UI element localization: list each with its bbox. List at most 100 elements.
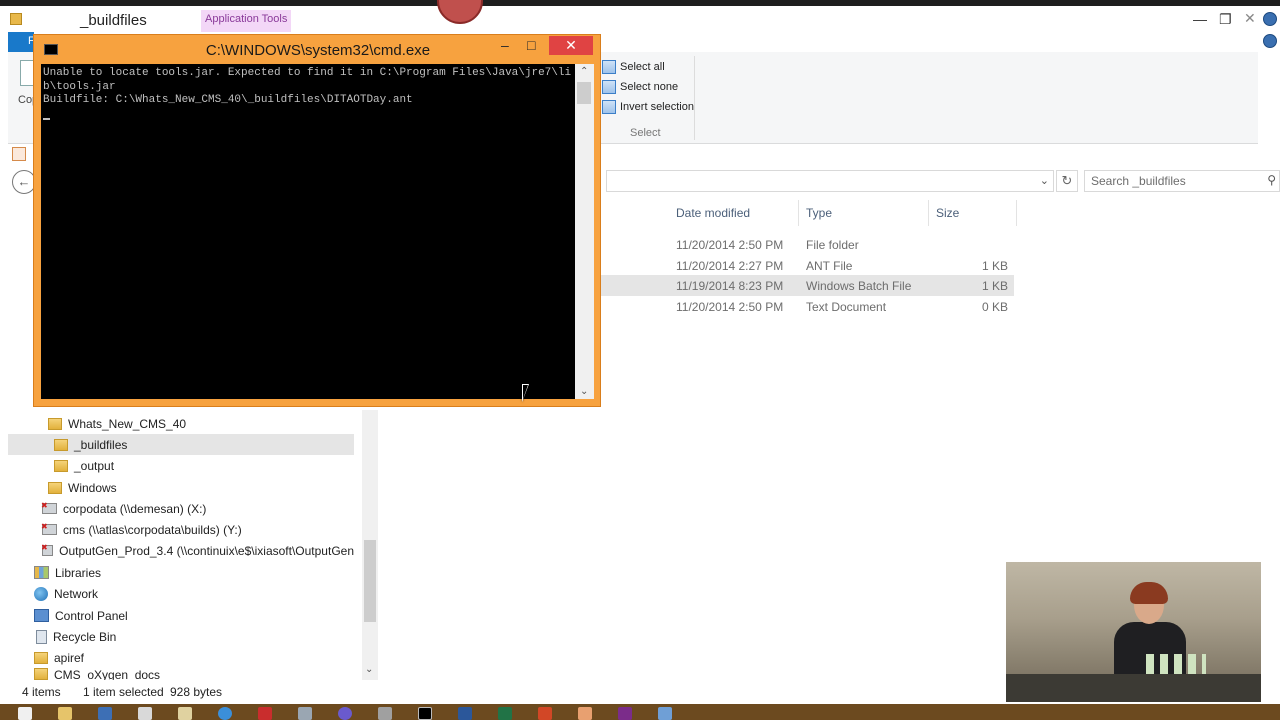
start-icon[interactable] [18,707,32,720]
nav-item-output[interactable]: _output [54,455,114,476]
file-type: Windows Batch File [806,279,912,293]
chevron-down-icon[interactable]: ⌄ [365,664,373,675]
chevron-down-icon[interactable]: ⌄ [580,386,588,397]
nav-item-cms-oxygen-docs[interactable]: CMS_oXygen_docs [34,668,160,680]
minimize-icon[interactable]: – [501,37,509,53]
invert-selection-button[interactable]: Invert selection [602,100,694,114]
command-prompt-window: C:\WINDOWS\system32\cmd.exe – □ ✕ Unable… [33,34,601,407]
column-header-date-modified[interactable]: Date modified [676,206,750,220]
app-taskbar-icon[interactable] [338,707,352,720]
select-all-label: Select all [620,61,665,73]
column-separator[interactable] [928,200,929,226]
restore-icon[interactable]: ❐ [1219,11,1232,28]
select-none-button[interactable]: Select none [602,80,678,94]
acrobat-taskbar-icon[interactable] [258,707,272,720]
nav-item-label: Recycle Bin [53,629,117,644]
nav-item-cms-drive[interactable]: cms (\\atlas\corpodata\builds) (Y:) [41,519,242,540]
notepad-taskbar-icon[interactable] [138,707,152,720]
minimize-icon[interactable]: — [1193,11,1207,27]
chevron-up-icon[interactable]: ⌃ [580,66,588,77]
nav-item-corpodata-drive[interactable]: corpodata (\\demesan) (X:) [41,498,206,519]
file-tab[interactable]: F [8,32,35,52]
excel-taskbar-icon[interactable] [498,707,512,720]
column-header-size[interactable]: Size [936,206,959,220]
word-taskbar-icon[interactable] [458,707,472,720]
folder-icon [34,651,48,664]
nav-item-libraries[interactable]: Libraries [34,562,101,583]
file-size: 0 KB [981,300,1008,314]
folder-icon [54,438,68,451]
folder-icon [34,668,48,680]
scrollbar-thumb[interactable] [364,540,376,622]
application-tools-tab[interactable]: Application Tools [201,10,292,32]
selection-count: 1 item selected [83,685,164,699]
file-row[interactable]: 11/20/2014 2:50 PM File folder [598,234,1014,255]
maximize-icon[interactable]: □ [527,37,535,53]
libraries-icon [34,566,49,579]
file-row[interactable]: 11/20/2014 2:27 PM ANT File 1 KB [598,255,1014,276]
file-date: 11/19/2014 8:23 PM [676,279,784,293]
browser-taskbar-icon[interactable] [218,707,232,720]
file-row-selected[interactable]: 11/19/2014 8:23 PM Windows Batch File 1 … [598,275,1014,296]
column-separator[interactable] [798,200,799,226]
console-output[interactable]: Unable to locate tools.jar. Expected to … [41,64,575,399]
mouse-pointer-icon [522,384,529,402]
file-date: 11/20/2014 2:27 PM [676,259,784,273]
select-none-icon [602,80,616,94]
webcam-overlay [1006,562,1261,702]
navigation-pane: Whats_New_CMS_40 _buildfiles _output Win… [8,410,378,680]
app-taskbar-icon[interactable] [658,707,672,720]
console-scrollbar[interactable]: ⌃ ⌄ [575,64,594,399]
onenote-taskbar-icon[interactable] [618,707,632,720]
nav-item-windows[interactable]: Windows [48,477,117,498]
cmd-taskbar-icon[interactable] [418,707,432,720]
folder-icon[interactable] [10,13,22,25]
recorder-icon[interactable] [1263,34,1277,48]
nav-item-outputgen-drive[interactable]: OutputGen_Prod_3.4 (\\continuix\e$\ixias… [42,540,354,561]
nav-item-network[interactable]: Network [34,583,98,604]
console-line: b\tools.jar [43,80,116,93]
select-none-label: Select none [620,81,679,93]
address-input[interactable]: ⌄ [606,170,1054,192]
search-icon[interactable]: ⚲ [1267,173,1276,187]
nav-item-control-panel[interactable]: Control Panel [34,605,128,626]
search-input[interactable]: Search _buildfiles ⚲ [1084,170,1280,192]
chevron-down-icon[interactable]: ⌄ [1040,174,1049,187]
explorer-taskbar-icon[interactable] [58,707,72,720]
recorder-icon[interactable] [1263,12,1277,26]
recording-button[interactable] [437,0,483,24]
folder-taskbar-icon[interactable] [178,707,192,720]
recorder-controls [1260,8,1280,68]
selection-size: 928 bytes [170,685,223,699]
nav-item-label: Windows [68,480,117,495]
gear-taskbar-icon[interactable] [378,707,392,720]
file-row[interactable]: 11/20/2014 2:50 PM Text Document 0 KB [598,296,1014,317]
column-header-type[interactable]: Type [806,206,832,220]
app-taskbar-icon[interactable] [298,707,312,720]
close-button[interactable]: ✕ [549,36,593,55]
nav-item-label: _output [74,458,115,473]
window-title: _buildfiles [80,12,147,29]
nav-item-whats-new-cms-40[interactable]: Whats_New_CMS_40 [48,413,186,434]
navigation-scrollbar[interactable]: ⌄ [362,410,378,680]
invert-selection-label: Invert selection [620,101,694,113]
nav-item-apiref[interactable]: apiref [34,647,84,668]
nav-item-buildfiles[interactable]: _buildfiles [8,434,354,455]
select-all-button[interactable]: Select all [602,60,665,74]
column-separator[interactable] [1016,200,1017,226]
recycle-bin-icon [36,629,47,644]
folder-icon [48,481,62,494]
disconnected-drive-icon [41,522,57,535]
nav-item-label: OutputGen_Prod_3.4 (\\continuix\e$\ixias… [59,543,354,558]
scrollbar-thumb[interactable] [577,82,591,104]
properties-icon[interactable] [12,147,26,161]
refresh-icon[interactable]: ↻ [1056,170,1078,192]
outlook-taskbar-icon[interactable] [98,707,112,720]
app-taskbar-icon[interactable] [578,707,592,720]
network-icon [34,586,48,601]
nav-item-label: Control Panel [55,608,128,623]
nav-item-recycle-bin[interactable]: Recycle Bin [36,626,116,647]
text-cursor [43,117,50,120]
powerpoint-taskbar-icon[interactable] [538,707,552,720]
nav-item-label: Libraries [55,565,102,580]
